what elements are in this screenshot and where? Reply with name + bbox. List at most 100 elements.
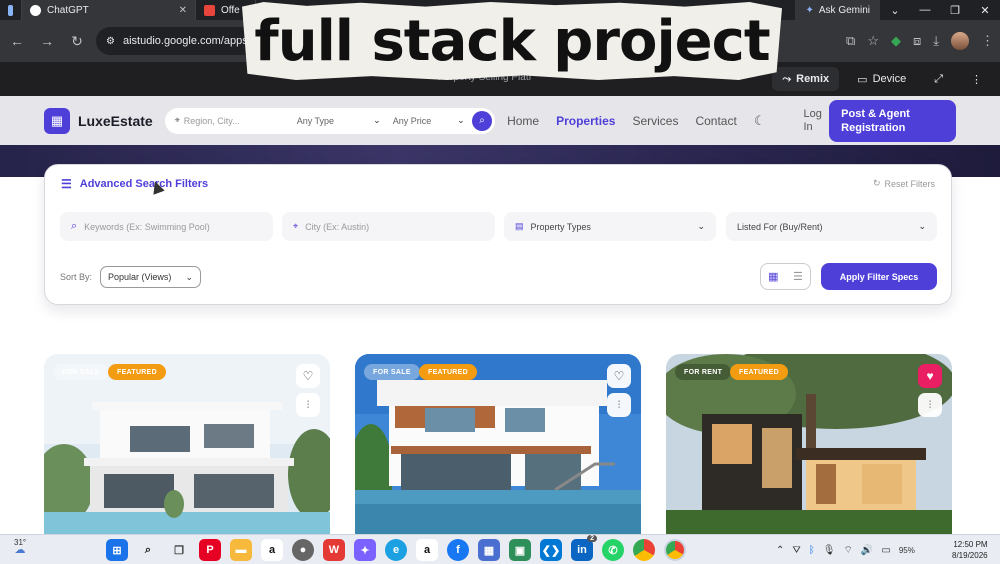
property-card[interactable]: FOR SALE FEATURED ♡ ⫶ (355, 354, 641, 534)
property-photo (44, 354, 330, 534)
property-card[interactable]: FOR RENT FEATURED ♥ ⫶ (666, 354, 952, 534)
property-photo (666, 354, 952, 534)
fullscreen-icon[interactable]: ⤢ (924, 67, 953, 91)
tray-chevron-up-icon[interactable]: ⌃ (776, 545, 784, 556)
compare-sliders-icon[interactable]: ⫶ (296, 393, 320, 417)
nav-contact[interactable]: Contact (695, 114, 736, 128)
grid-view-icon[interactable]: ▦ (768, 270, 778, 283)
search-icon[interactable]: ⌕ (137, 539, 159, 561)
extension-icon[interactable]: ◆ (891, 33, 901, 49)
type-select[interactable]: Any Type ⌄ (297, 115, 387, 126)
chrome-icon[interactable] (633, 539, 655, 561)
chatgpt-favicon-icon (30, 4, 41, 16)
site-info-icon[interactable]: ⚙ (106, 36, 115, 47)
screen-app-icon[interactable]: ▣ (509, 539, 531, 561)
weather-widget[interactable]: ☁ 31° (0, 538, 40, 556)
forward-arrow-icon[interactable]: → (36, 33, 58, 49)
reset-filters-button[interactable]: ↻ Reset Filters (873, 178, 935, 189)
apply-filter-button[interactable]: Apply Filter Specs (821, 263, 937, 290)
reload-icon[interactable]: ↻ (66, 33, 88, 50)
sort-select[interactable]: Popular (Views) ⌄ (100, 266, 201, 288)
favorite-heart-icon[interactable]: ♡ (607, 364, 631, 388)
microsoft-store-icon[interactable]: ▦ (478, 539, 500, 561)
back-arrow-icon[interactable]: ← (6, 33, 28, 49)
taskbar-clock[interactable]: 12:50 PM 8/19/2026 (952, 539, 988, 561)
filter-panel-title: Advanced Search Filters (79, 178, 209, 190)
vscode-icon[interactable]: ❮❯ (540, 539, 562, 561)
tab-search-chevron-icon[interactable]: ⌄ (880, 4, 910, 17)
cast-icon[interactable]: ⧉ (846, 33, 855, 49)
search-icon: ⌕ (479, 115, 485, 126)
wps-office-icon[interactable]: W (323, 539, 345, 561)
nav-services[interactable]: Services (632, 114, 678, 128)
browser-tab-1[interactable] (0, 0, 22, 20)
nav-home[interactable]: Home (507, 114, 539, 128)
listing-status-badge: FOR RENT (675, 364, 732, 380)
remix-button[interactable]: ⤳ Remix (772, 67, 840, 91)
minimize-button[interactable]: — (910, 4, 940, 16)
edge-icon[interactable]: e (385, 539, 407, 561)
listed-for-select[interactable]: Listed For (Buy/Rent) ⌄ (726, 212, 937, 241)
chrome-profile-icon[interactable] (664, 539, 686, 561)
filter-panel-header[interactable]: ☰ Advanced Search Filters (61, 177, 208, 191)
list-view-icon[interactable]: ☰ (793, 270, 803, 283)
battery-icon[interactable]: ▭ (881, 545, 890, 556)
device-button[interactable]: ▭ Device (847, 67, 916, 91)
amazon-store-icon[interactable]: a (416, 539, 438, 561)
gemini-spark-icon: ✦ (805, 4, 814, 16)
profile-avatar[interactable] (951, 32, 969, 50)
wifi-icon[interactable]: ⌔ (844, 544, 853, 557)
offer-favicon-icon (204, 4, 215, 16)
pinterest-icon[interactable]: P (199, 539, 221, 561)
windows-start-icon[interactable]: ⊞ (106, 539, 128, 561)
keywords-input[interactable]: ⌕ Keywords (Ex: Swimming Pool) (60, 212, 273, 241)
city-input[interactable]: ⌖ City (Ex: Austin) (282, 212, 495, 241)
compare-sliders-icon[interactable]: ⫶ (918, 393, 942, 417)
building-icon: ▤ (515, 221, 524, 231)
facebook-icon[interactable]: f (447, 539, 469, 561)
download-icon[interactable]: ⤓ (933, 33, 939, 49)
sort-by-label: Sort By: (60, 272, 93, 282)
sliders-icon: ☰ (61, 177, 72, 191)
microphone-icon[interactable]: 🎙 (823, 545, 836, 556)
region-input[interactable]: ⌖ Region, City... (175, 115, 297, 126)
compare-sliders-icon[interactable]: ⫶ (607, 393, 631, 417)
linkedin-icon[interactable]: in 2 (571, 535, 597, 561)
type-select-value: Any Type (296, 115, 335, 126)
extensions-puzzle-icon[interactable]: ⧈ (913, 33, 921, 49)
volume-icon[interactable]: 🔊 (861, 545, 873, 556)
price-select[interactable]: Any Price ⌄ (387, 115, 471, 126)
close-window-button[interactable]: ✕ (970, 4, 1000, 17)
tab-title: Offe (221, 4, 240, 16)
sort-select-value: Popular (Views) (108, 272, 172, 282)
restore-button[interactable]: ❐ (940, 4, 970, 17)
bookmark-star-icon[interactable]: ☆ (867, 33, 879, 49)
caption-text: full stack project (254, 8, 770, 74)
site-logo[interactable]: ▦ LuxeEstate (44, 107, 153, 134)
favorite-heart-icon[interactable]: ♡ (296, 364, 320, 388)
tab-close-icon[interactable]: ✕ (179, 5, 187, 16)
browser-tab-chatgpt[interactable]: ChatGPT ✕ (22, 0, 196, 20)
ask-gemini-button[interactable]: ✦ Ask Gemini (795, 0, 880, 20)
favorite-heart-icon[interactable]: ♥ (918, 364, 942, 388)
post-agent-registration-button[interactable]: Post & Agent Registration (829, 99, 956, 142)
network-status-icon[interactable]: ⛛ (792, 545, 800, 556)
search-button[interactable]: ⌕ (472, 110, 493, 131)
task-view-icon[interactable]: ❐ (168, 539, 190, 561)
recording-app-icon[interactable]: ● (292, 539, 314, 561)
property-card[interactable]: FOR SALE FEATURED ♡ ⫶ (44, 354, 330, 534)
property-types-select[interactable]: ▤ Property Types ⌄ (504, 212, 716, 241)
nav-properties[interactable]: Properties (556, 114, 615, 128)
more-options-icon[interactable]: ⋮ (961, 67, 992, 91)
bluetooth-icon[interactable]: ᛒ (809, 545, 815, 556)
amazon-icon[interactable]: a (261, 539, 283, 561)
login-link[interactable]: Log In (803, 108, 829, 134)
apply-filter-label: Apply Filter Specs (839, 271, 919, 282)
whatsapp-icon[interactable]: ✆ (602, 539, 624, 561)
file-explorer-icon[interactable]: ▬ (230, 539, 252, 561)
browser-menu-icon[interactable]: ⋮ (981, 33, 994, 49)
dark-mode-moon-icon[interactable]: ☾ (754, 113, 766, 129)
url-text: aistudio.google.com/apps/d3 (122, 35, 264, 47)
address-bar[interactable]: ⚙ aistudio.google.com/apps/d3 (96, 27, 266, 55)
copilot-icon[interactable]: ✦ (354, 539, 376, 561)
